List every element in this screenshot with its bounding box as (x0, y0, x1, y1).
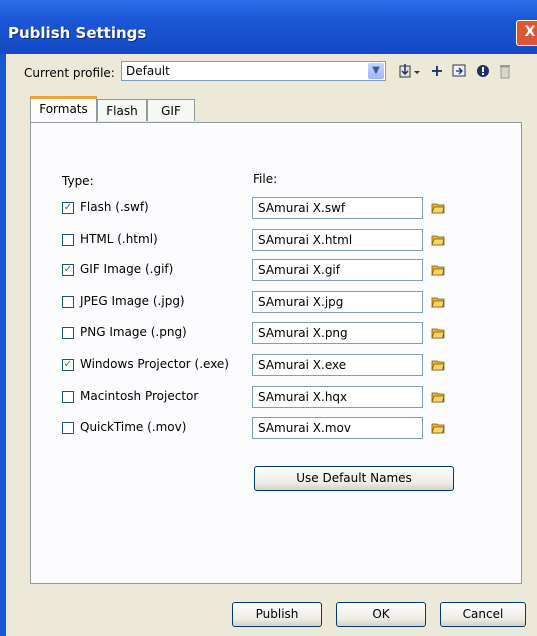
format-label: Windows Projector (.exe) (80, 357, 229, 371)
ok-button[interactable]: OK (336, 602, 426, 627)
format-label: QuickTime (.mov) (80, 420, 187, 434)
folder-icon[interactable] (431, 233, 445, 246)
format-checkbox[interactable] (62, 296, 74, 308)
import-export-icon[interactable] (396, 62, 424, 80)
profile-settings-icon[interactable] (474, 62, 492, 80)
chevron-down-icon[interactable]: ▼ (368, 63, 384, 79)
format-label: Macintosh Projector (80, 389, 199, 403)
profile-select[interactable]: Default ▼ (121, 61, 386, 81)
publish-button[interactable]: Publish (232, 602, 322, 627)
tab-gif[interactable]: GIF (147, 99, 195, 121)
format-label: JPEG Image (.jpg) (80, 294, 185, 308)
profile-select-value: Default (126, 64, 170, 78)
file-name-field[interactable]: SAmurai X.swf (252, 197, 423, 219)
file-name-field[interactable]: SAmurai X.mov (252, 417, 423, 439)
file-name-field[interactable]: SAmurai X.exe (252, 354, 423, 376)
use-default-names-button[interactable]: Use Default Names (254, 466, 454, 491)
format-checkbox[interactable]: ✓ (62, 264, 74, 276)
folder-icon[interactable] (431, 326, 445, 339)
cancel-button[interactable]: Cancel (440, 602, 526, 627)
format-label: HTML (.html) (80, 232, 158, 246)
file-name-field[interactable]: SAmurai X.gif (252, 259, 423, 281)
folder-icon[interactable] (431, 421, 445, 434)
formats-panel (30, 122, 522, 584)
tab-formats[interactable]: Formats (30, 96, 97, 122)
type-column-header: Type: (62, 174, 94, 188)
file-column-header: File: (253, 172, 278, 186)
current-profile-label: Current profile: (24, 66, 115, 80)
delete-profile-icon[interactable] (496, 62, 514, 80)
window-title: Publish Settings (8, 24, 147, 42)
format-label: Flash (.swf) (80, 200, 149, 214)
file-name-field[interactable]: SAmurai X.hqx (252, 386, 423, 408)
format-label: GIF Image (.gif) (80, 262, 174, 276)
title-bar[interactable]: Publish Settings X (0, 0, 537, 54)
publish-settings-dialog: Publish Settings X Current profile: Defa… (0, 0, 537, 636)
tab-flash[interactable]: Flash (97, 99, 147, 121)
format-checkbox[interactable]: ✓ (62, 202, 74, 214)
format-checkbox[interactable] (62, 391, 74, 403)
format-checkbox[interactable] (62, 327, 74, 339)
folder-icon[interactable] (431, 263, 445, 276)
file-name-field[interactable]: SAmurai X.jpg (252, 291, 423, 313)
duplicate-profile-icon[interactable] (450, 62, 470, 80)
file-name-field[interactable]: SAmurai X.png (252, 322, 423, 344)
folder-icon[interactable] (431, 358, 445, 371)
folder-icon[interactable] (431, 295, 445, 308)
folder-icon[interactable] (431, 390, 445, 403)
format-checkbox[interactable] (62, 422, 74, 434)
format-label: PNG Image (.png) (80, 325, 187, 339)
close-button[interactable]: X (516, 20, 537, 46)
file-name-field[interactable]: SAmurai X.html (252, 229, 423, 251)
format-checkbox[interactable] (62, 234, 74, 246)
folder-icon[interactable] (431, 201, 445, 214)
format-checkbox[interactable]: ✓ (62, 359, 74, 371)
add-profile-icon[interactable]: + (428, 62, 446, 80)
